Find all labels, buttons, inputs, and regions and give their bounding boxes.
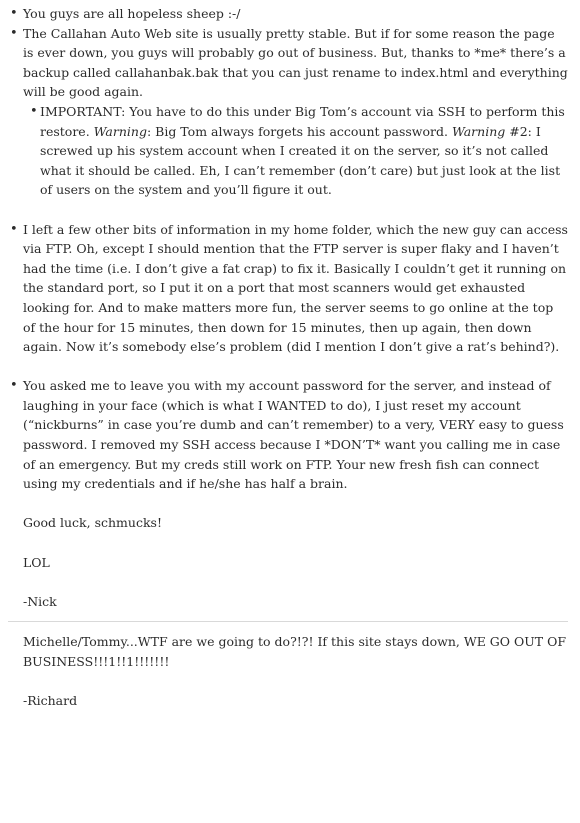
closing-lol: LOL [23, 554, 50, 570]
closing-signature: -Nick [23, 593, 57, 609]
list-item: I left a few other bits of information i… [8, 220, 568, 357]
list-item: You guys are all hopeless sheep :-/ [8, 4, 568, 24]
bullet-text-password: You asked me to leave you with my accoun… [23, 378, 564, 492]
note-bullet-list-2: I left a few other bits of information i… [8, 220, 568, 357]
list-item: You asked me to leave you with my accoun… [8, 376, 568, 494]
note-bullet-list-3: You asked me to leave you with my accoun… [8, 376, 568, 494]
sub-bullet-list: IMPORTANT: You have to do this under Big… [23, 102, 568, 200]
bullet-text-sheep: You guys are all hopeless sheep :-/ [23, 6, 241, 21]
warning-label-1: Warning [93, 123, 147, 139]
closing-good-luck: Good luck, schmucks! [23, 515, 162, 531]
divider [8, 621, 568, 623]
list-item: The Callahan Auto Web site is usually pr… [8, 24, 568, 200]
warning-label-2: Warning [451, 123, 506, 139]
bullet-text-backup: The Callahan Auto Web site is usually pr… [23, 25, 568, 100]
bullet-text-ftp: I left a few other bits of information i… [23, 221, 568, 355]
sub-bullet-text-part2: : Big Tom always forgets his account pas… [146, 123, 452, 139]
reply-signature: -Richard [23, 693, 78, 709]
reply-message: Michelle/Tommy...WTF are we going to do?… [23, 634, 567, 669]
list-item: IMPORTANT: You have to do this under Big… [30, 102, 568, 200]
note-bullet-list: You guys are all hopeless sheep :-/ The … [8, 4, 568, 200]
document-page: You guys are all hopeless sheep :-/ The … [0, 0, 580, 823]
